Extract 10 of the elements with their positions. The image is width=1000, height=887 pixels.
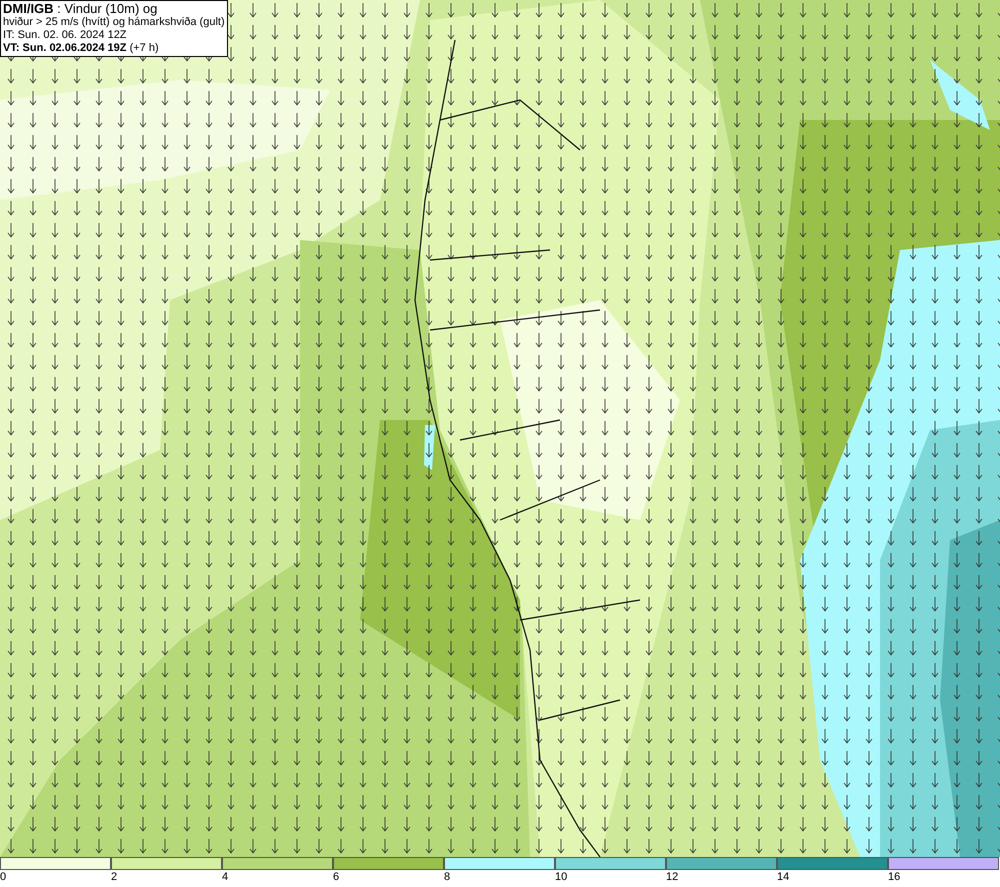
legend-label: 4 xyxy=(222,870,228,884)
legend-label: 2 xyxy=(111,870,118,884)
legend-label: 14 xyxy=(777,870,790,884)
map-caption: DMI/IGB : Vindur (10m) og hviður > 25 m/s (hvítt) og hámarkshviða (gult) IT: Sun. 02. 06. 2024 12Z VT: Sun. 02.06.2024 19Z (+7 h) xyxy=(0,0,228,57)
legend-label: 16 xyxy=(888,870,900,884)
legend-label: 12 xyxy=(666,870,678,884)
legend-label: 8 xyxy=(444,870,450,884)
legend-label: 6 xyxy=(333,870,340,884)
legend-label: 0 xyxy=(0,870,6,884)
legend-label: 10 xyxy=(555,870,568,884)
